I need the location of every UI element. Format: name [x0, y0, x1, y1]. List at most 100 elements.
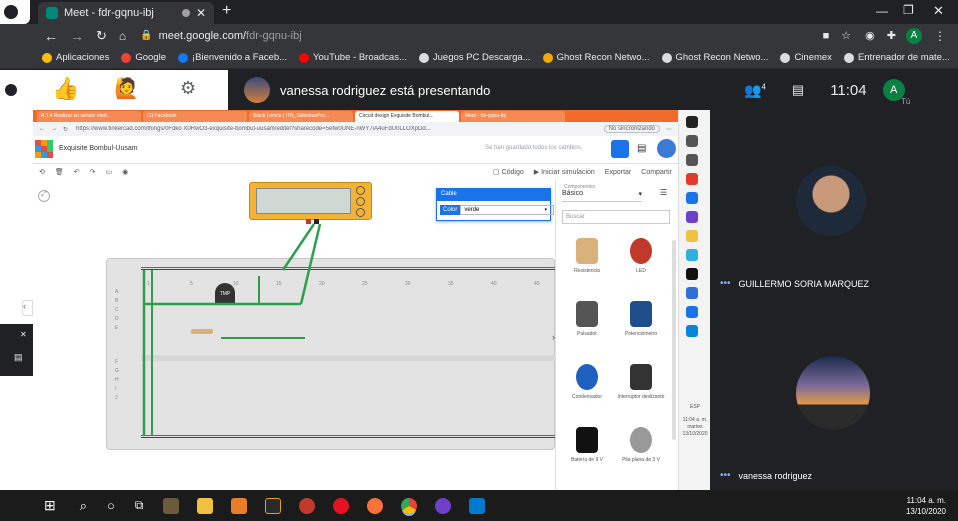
start-sim-button[interactable]: ▶ Iniciar simulación [534, 168, 595, 176]
windows-start-icon[interactable]: ⊞ [44, 497, 56, 514]
bookmark-item[interactable]: Aplicaciones [42, 52, 109, 63]
participant-tile[interactable]: ••• GUILLERMO SORIA MARQUEZ [720, 278, 956, 289]
xampp-icon[interactable] [231, 497, 248, 514]
cortana-icon[interactable]: ○ [107, 498, 115, 513]
share-button[interactable]: Compartir [641, 169, 672, 176]
taskbar-clock[interactable]: 11:04 a. m. 13/10/2020 [906, 495, 946, 517]
components-dropdown[interactable]: Básico ▾ [562, 190, 642, 202]
inner-browser-tab[interactable]: Meet - fdr-gqnu-ibj [461, 111, 565, 122]
side-app-icon[interactable] [686, 135, 698, 147]
menu-kebab-icon[interactable]: ⋮ [934, 29, 946, 43]
rotate-icon[interactable]: ⟲ [39, 168, 45, 176]
inner-sync-chip[interactable]: No sincronizando [603, 125, 660, 133]
file-explorer-icon[interactable] [197, 497, 214, 514]
color-select[interactable]: verde [460, 205, 555, 215]
wire[interactable] [299, 223, 322, 305]
component-item[interactable]: Resistencia [560, 232, 614, 295]
camera-icon[interactable]: ■ [823, 30, 830, 42]
component-item[interactable]: Batería de 9 V [560, 421, 614, 484]
inner-browser-tab[interactable]: A.T.4 Realizar un sensor med... [37, 111, 141, 122]
project-title[interactable]: Exquisite Bombul-Uusam [59, 145, 138, 152]
side-app-icon[interactable] [686, 154, 698, 166]
bookmark-item[interactable]: YouTube - Broadcas... [299, 52, 407, 63]
inner-forward-icon[interactable]: → [51, 126, 57, 132]
side-app-icon[interactable] [686, 173, 698, 185]
new-tab-icon[interactable]: + [222, 2, 231, 20]
side-app-icon[interactable] [686, 268, 698, 280]
close-window-icon[interactable]: ✕ [933, 3, 944, 19]
settings-gear-icon[interactable]: ⚙ [180, 78, 196, 99]
chrome-icon[interactable] [401, 497, 418, 514]
side-app-icon[interactable] [686, 325, 698, 337]
component-item[interactable]: Potenciómetro [614, 295, 668, 358]
participant-tile[interactable]: ••• vanessa rodriguez [720, 470, 956, 481]
account-avatar[interactable] [657, 139, 676, 158]
side-app-icon[interactable] [686, 211, 698, 223]
tinkercad-logo[interactable] [35, 140, 53, 158]
inner-browser-tab[interactable]: Slack | omce | ITN_SistemasPro... [249, 111, 353, 122]
inner-menu-icon[interactable]: ⋯ [666, 126, 672, 133]
bookmark-item[interactable]: Google [121, 52, 166, 63]
bookmark-item[interactable]: ¡Bienvenido a Faceb... [177, 52, 287, 63]
chevron-down-icon[interactable]: ▾ [544, 207, 547, 213]
delete-icon[interactable]: 🗑 [55, 168, 64, 176]
side-app-icon[interactable] [686, 287, 698, 299]
app-icon[interactable] [299, 497, 316, 514]
search-icon[interactable]: ⌕ [80, 498, 87, 514]
components-search[interactable]: Buscar [562, 210, 670, 224]
bookmark-item[interactable]: Cinemex [780, 52, 832, 63]
app-icon[interactable] [163, 497, 180, 514]
bookmark-item[interactable]: Ghost Recon Netwo... [661, 52, 768, 63]
mini-close-icon[interactable]: ✕ [20, 330, 27, 339]
people-icon[interactable]: 👥4 [744, 82, 766, 99]
inner-reload-icon[interactable]: ↻ [63, 126, 68, 133]
circuit-view-icon[interactable] [611, 140, 629, 158]
vscode-icon[interactable] [469, 497, 486, 514]
extensions-icon[interactable]: ✚ [887, 29, 896, 42]
bookmark-item[interactable]: Juegos PC Descarga... [418, 52, 531, 63]
side-app-icon[interactable] [686, 249, 698, 261]
thumbs-up-icon[interactable]: 👍 [52, 76, 79, 104]
opera-icon[interactable] [333, 497, 350, 514]
home-icon[interactable]: ⌂ [119, 29, 126, 43]
circuit-canvas[interactable]: ⤢ ABCDEFGHIJ 1 5 10 15 20 25 30 35 40 45 TMP [33, 180, 556, 490]
wire[interactable] [281, 223, 316, 271]
url-bar[interactable]: meet.google.com/fdr-gqnu-ibj [159, 30, 302, 42]
close-tab-icon[interactable]: ✕ [196, 6, 206, 20]
github-icon[interactable] [435, 497, 452, 514]
side-app-icon[interactable] [686, 306, 698, 318]
list-view-icon[interactable]: ▤ [637, 143, 646, 154]
inner-browser-tab[interactable]: (1) Facebook [143, 111, 247, 122]
inner-url[interactable]: https://www.tinkercad.com/things/0Fdko X… [76, 126, 598, 132]
inner-back-icon[interactable]: ← [39, 126, 45, 132]
firefox-icon[interactable] [367, 497, 384, 514]
side-app-icon[interactable] [686, 116, 698, 128]
visibility-icon[interactable]: ◉ [122, 168, 128, 176]
component-item[interactable]: Condensador [560, 358, 614, 421]
incognito-icon[interactable]: ◉ [865, 29, 875, 42]
component-item[interactable]: LED [614, 232, 668, 295]
panel-collapse-icon[interactable]: › [552, 332, 555, 342]
component-item[interactable]: Pila plana de 3 V [614, 421, 668, 484]
undo-icon[interactable]: ↶ [74, 168, 80, 176]
app-icon[interactable] [265, 497, 282, 514]
side-app-icon[interactable] [686, 230, 698, 242]
collapse-chevron-icon[interactable]: ‹ [22, 300, 33, 316]
side-app-icon[interactable] [686, 192, 698, 204]
profile-avatar[interactable]: A [906, 27, 922, 44]
note-icon[interactable]: ▭ [106, 168, 113, 176]
browser-tab-meet[interactable]: Meet - fdr-gqnu-ibj ✕ [38, 2, 214, 24]
components-scrollbar[interactable] [672, 240, 676, 440]
zoom-chip-icon[interactable] [4, 5, 18, 19]
restore-icon[interactable]: ❐ [903, 3, 914, 17]
inner-browser-tab[interactable]: Circuit design Exquisite Bombul... [355, 111, 459, 122]
chat-icon[interactable]: ▤ [792, 82, 804, 98]
bookmark-item[interactable]: Ghost Recon Netwo... [542, 52, 650, 63]
code-button[interactable]: ▢ Código [493, 168, 524, 176]
list-toggle-icon[interactable]: ☰ [660, 188, 667, 197]
reload-icon[interactable]: ↻ [96, 28, 107, 44]
back-icon[interactable]: ← [44, 28, 58, 44]
component-item[interactable]: Pulsador [560, 295, 614, 358]
minimize-icon[interactable]: — [876, 4, 888, 18]
forward-icon[interactable]: → [70, 28, 84, 44]
